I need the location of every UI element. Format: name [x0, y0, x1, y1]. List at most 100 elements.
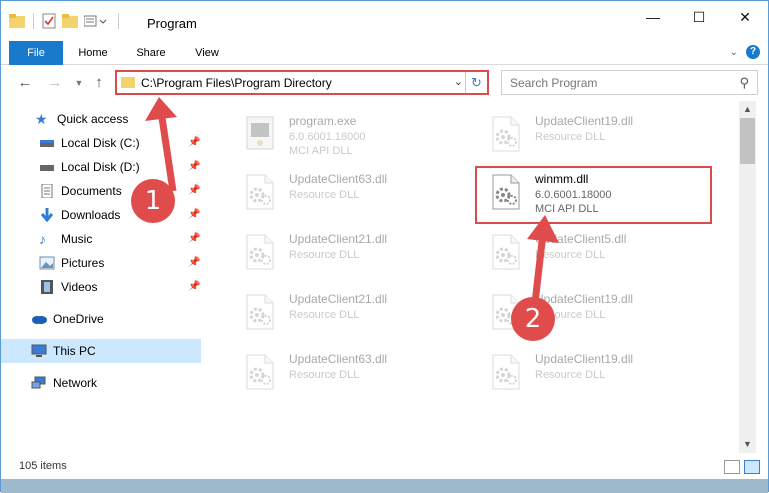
tab-home[interactable]: Home	[67, 41, 119, 65]
refresh-icon: ↻	[471, 75, 482, 90]
sidebar-item-label: Documents	[61, 184, 122, 198]
file-item[interactable]: program.exe 6.0.6001.18000 MCI API DLL	[219, 107, 457, 163]
search-placeholder: Search Program	[510, 76, 598, 90]
expand-ribbon-icon[interactable]: ⌄	[730, 47, 738, 58]
scroll-down-button[interactable]: ▼	[739, 436, 756, 453]
status-bar: 105 items	[1, 457, 768, 479]
dll-gear-icon	[246, 294, 274, 330]
dll-gear-icon	[492, 234, 520, 270]
sidebar-item-label: OneDrive	[53, 312, 104, 326]
address-path[interactable]: C:\Program Files\Program Directory	[141, 76, 332, 90]
file-description: MCI API DLL	[289, 145, 353, 157]
maximize-icon: ☐	[692, 8, 706, 25]
tab-share[interactable]: Share	[125, 41, 177, 65]
file-item[interactable]: UpdateClient21.dll Resource DLL	[219, 285, 457, 341]
divider	[118, 13, 119, 29]
sidebar-item-label: Videos	[61, 280, 98, 294]
callout-badge-1: 1	[131, 179, 175, 223]
arrow-right-icon: →	[47, 74, 63, 91]
close-button[interactable]: ✕	[722, 1, 768, 33]
sidebar-item-pictures[interactable]: Pictures 📌	[1, 251, 201, 275]
pin-icon: 📌	[188, 257, 201, 268]
forward-button[interactable]: →	[45, 73, 65, 93]
drive-icon	[39, 160, 55, 174]
file-description: 6.0.6001.18000	[289, 131, 366, 143]
scroll-up-button[interactable]: ▲	[739, 101, 756, 118]
sidebar-item-label: Pictures	[61, 256, 105, 270]
sidebar-item-music[interactable]: ♪ Music 📌	[1, 227, 201, 251]
pin-icon: 📌	[188, 209, 201, 220]
file-item[interactable]: UpdateClient5.dll Resource DLL	[465, 225, 703, 281]
file-item[interactable]: UpdateClient63.dll Resource DLL	[219, 165, 457, 221]
ribbon-right-controls: ⌄ ?	[730, 45, 760, 59]
close-icon: ✕	[739, 8, 751, 25]
dll-gear-icon	[246, 354, 274, 390]
pc-icon	[31, 344, 47, 358]
downloads-icon	[39, 208, 55, 223]
properties-icon[interactable]	[42, 13, 56, 29]
explorer-window: Program — ☐ ✕ File Home Share View ⌄ ? ←…	[0, 0, 769, 493]
arrow-up-icon: ↑	[95, 74, 103, 91]
sidebar-item-network[interactable]: Network	[1, 371, 201, 395]
search-icon: ⚲	[739, 75, 749, 90]
videos-icon	[39, 280, 55, 294]
file-name: UpdateClient19.dll	[535, 114, 634, 128]
file-item[interactable]: UpdateClient21.dll Resource DLL	[219, 225, 457, 281]
refresh-button[interactable]: ↻	[465, 72, 487, 93]
quick-access-toolbar	[9, 11, 121, 31]
chevron-down-icon[interactable]: ⌄	[454, 75, 463, 88]
back-button[interactable]: ←	[15, 73, 35, 93]
file-list: program.exe 6.0.6001.18000 MCI API DLL Upda…	[203, 101, 739, 453]
file-name: UpdateClient21.dll	[289, 232, 388, 246]
file-name: program.exe	[289, 114, 357, 128]
window-title: Program	[147, 16, 197, 31]
sidebar-item-label: Quick access	[57, 112, 129, 126]
arrow-left-icon: ←	[17, 74, 33, 91]
sidebar-item-label: Network	[53, 376, 98, 390]
file-name: UpdateClient21.dll	[289, 292, 388, 306]
sidebar-item-videos[interactable]: Videos 📌	[1, 275, 201, 299]
file-description: Resource DLL	[289, 369, 360, 381]
scrollbar-thumb[interactable]	[740, 118, 755, 164]
maximize-button[interactable]: ☐	[676, 1, 722, 33]
tab-file[interactable]: File	[9, 41, 63, 65]
folder-icon	[9, 14, 25, 28]
pin-icon: 📌	[188, 233, 201, 244]
chevron-down-icon: ▼	[74, 78, 84, 88]
help-icon[interactable]: ?	[746, 45, 760, 59]
sidebar-item-this-pc[interactable]: This PC	[1, 339, 201, 363]
sidebar-item-label: Local Disk (C:)	[61, 136, 140, 150]
title-bar: Program — ☐ ✕	[1, 1, 768, 41]
details-view-icon[interactable]	[724, 460, 740, 474]
pin-icon: 📌	[188, 281, 201, 292]
up-button[interactable]: ↑	[89, 73, 109, 93]
star-icon: ★	[35, 111, 48, 127]
tab-view[interactable]: View	[183, 41, 231, 65]
file-item[interactable]: UpdateClient19.dll Resource DLL	[465, 107, 703, 163]
file-description: Resource DLL	[535, 369, 606, 381]
file-item[interactable]: UpdateClient19.dll Resource DLL	[465, 285, 703, 341]
file-item[interactable]: UpdateClient19.dll Resource DLL	[465, 345, 703, 401]
file-name: UpdateClient63.dll	[289, 352, 388, 366]
pictures-icon	[39, 256, 55, 270]
sidebar-item-label: Downloads	[61, 208, 121, 222]
customize-icon[interactable]	[84, 14, 110, 28]
vertical-scrollbar[interactable]: ▲ ▼	[739, 101, 756, 453]
new-folder-icon[interactable]	[62, 14, 78, 28]
documents-icon	[39, 183, 55, 199]
file-description: Resource DLL	[289, 309, 360, 321]
dll-gear-icon	[246, 234, 274, 270]
minimize-icon: —	[646, 9, 660, 25]
minimize-button[interactable]: —	[630, 1, 676, 33]
recent-locations-button[interactable]: ▼	[69, 73, 89, 93]
view-switcher	[724, 460, 760, 474]
navigation-bar: ← → ▼ ↑ C:\Program Files\Program Directo…	[1, 67, 768, 99]
dll-gear-icon	[246, 174, 274, 210]
large-icons-view-icon[interactable]	[744, 460, 760, 474]
cloud-icon	[31, 312, 47, 326]
file-name: UpdateClient19.dll	[535, 352, 634, 366]
music-icon: ♪	[39, 231, 46, 247]
file-item[interactable]: UpdateClient63.dll Resource DLL	[219, 345, 457, 401]
sidebar-item-onedrive[interactable]: OneDrive	[1, 307, 201, 331]
search-input[interactable]: Search Program ⚲	[501, 70, 758, 95]
